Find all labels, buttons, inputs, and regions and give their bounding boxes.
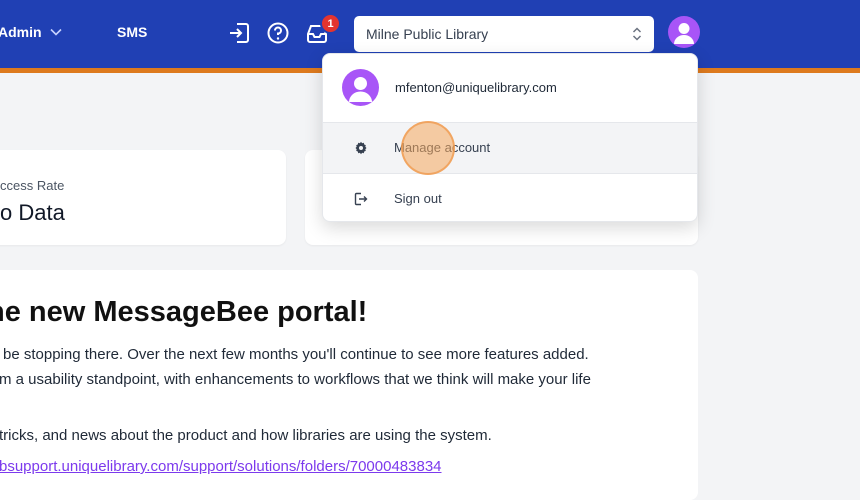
manage-account-menu-item[interactable]: Manage account [323, 123, 697, 173]
admin-menu[interactable]: Admin [0, 24, 62, 40]
chevron-down-icon [49, 28, 62, 36]
welcome-paragraph-line: m a usability standpoint, with enhanceme… [0, 371, 591, 388]
help-icon[interactable] [265, 20, 291, 46]
notification-badge: 1 [320, 13, 341, 34]
welcome-paragraph-line: be stopping there. Over the next few mon… [3, 346, 589, 363]
menu-user-info: mfenton@uniquelibrary.com [323, 54, 697, 122]
welcome-title: ne new MessageBee portal! [0, 296, 368, 328]
gear-icon [355, 141, 367, 155]
user-email: mfenton@uniquelibrary.com [395, 80, 557, 95]
nav-sms[interactable]: SMS [117, 24, 147, 40]
admin-label: Admin [0, 24, 42, 40]
welcome-paragraph-line: tricks, and news about the product and h… [0, 427, 492, 444]
support-link[interactable]: bsupport.uniquelibrary.com/support/solut… [0, 458, 442, 475]
library-select-value: Milne Public Library [366, 26, 489, 42]
click-indicator [401, 121, 455, 175]
stat-card-access-rate: ccess Rate o Data [0, 150, 286, 245]
switch-account-icon[interactable] [226, 20, 252, 46]
sign-out-icon [354, 192, 368, 206]
user-dropdown-menu: mfenton@uniquelibrary.com Manage account… [322, 53, 698, 222]
stat-card-value: o Data [0, 200, 65, 225]
select-updown-icon [632, 27, 642, 41]
sign-out-menu-item[interactable]: Sign out [323, 174, 697, 221]
menu-item-label: Sign out [394, 191, 442, 206]
library-select[interactable]: Milne Public Library [354, 16, 654, 52]
avatar [342, 69, 379, 106]
user-avatar-button[interactable] [668, 16, 700, 48]
stat-card-label: ccess Rate [0, 178, 65, 193]
